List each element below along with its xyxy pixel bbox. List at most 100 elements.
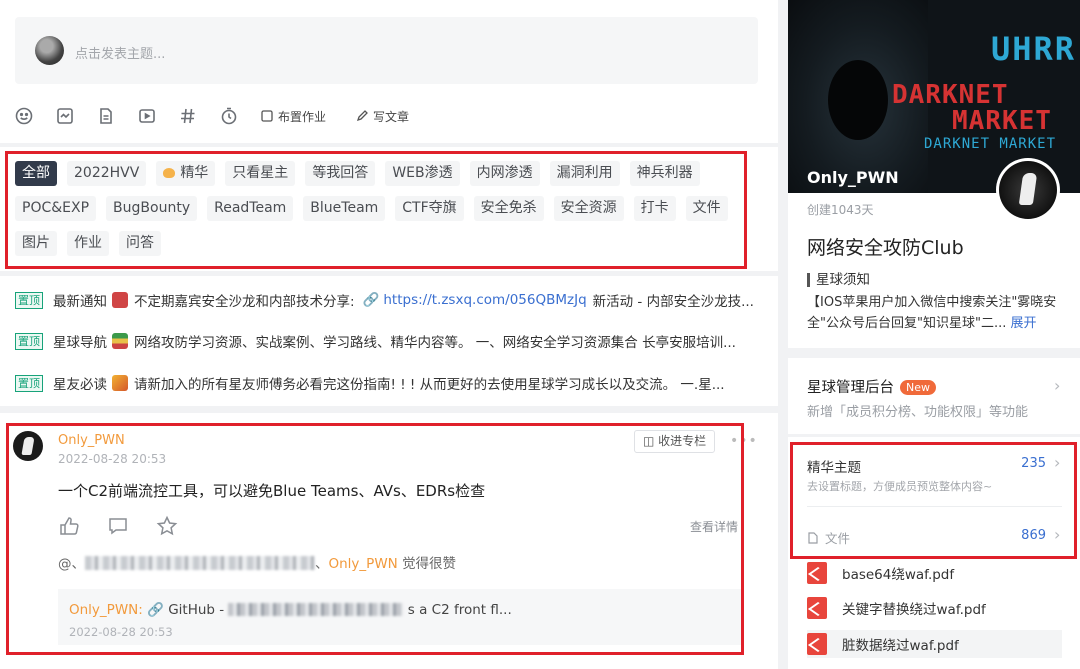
essence-icon xyxy=(163,168,176,178)
file-item[interactable]: base64绕waf.pdf xyxy=(807,559,1062,587)
admin-subtitle: 新增「成员积分榜、功能权限」等功能 xyxy=(807,405,1029,420)
hashtag-icon[interactable] xyxy=(179,107,197,125)
files-title[interactable]: 文件 xyxy=(807,528,850,547)
collect-to-column-button[interactable]: ◫ 收进专栏 xyxy=(634,430,716,453)
emoji-icon[interactable] xyxy=(15,107,33,125)
tag-poc-exp[interactable]: POC&EXP xyxy=(15,196,97,221)
new-badge: New xyxy=(900,380,936,395)
notice-body: 【IOS苹果用户加入微信中搜索关注"雾晓安全"公众号后台回复"知识星球"二...… xyxy=(807,292,1069,334)
homework-button[interactable]: 布置作业 xyxy=(261,108,326,125)
file-name: 脏数据绕过waf.pdf xyxy=(842,638,959,654)
folder-icon: ◫ xyxy=(643,434,659,448)
expand-link[interactable]: 展开 xyxy=(1010,316,1036,331)
pinned-text: 网络攻防学习资源、实战案例、学习路线、精华内容等。 一、网络安全学习资源集合 长… xyxy=(134,335,736,351)
blurred-names xyxy=(85,556,315,570)
admin-title: 星球管理后台 New xyxy=(807,376,936,397)
tag-awaiting-answer[interactable]: 等我回答 xyxy=(305,161,376,186)
document-icon[interactable] xyxy=(97,107,115,125)
essence-title[interactable]: 精华主题 xyxy=(807,456,861,476)
collect-label: 收进专栏 xyxy=(658,434,707,448)
tag-homework[interactable]: 作业 xyxy=(67,231,109,256)
more-options-icon[interactable]: ••• xyxy=(730,433,758,449)
file-item[interactable]: 脏数据绕过waf.pdf xyxy=(807,630,1062,658)
divider xyxy=(807,506,1062,507)
tag-intranet-pentest[interactable]: 内网渗透 xyxy=(469,161,540,186)
files-title-label: 文件 xyxy=(825,531,851,546)
comment-block[interactable]: Only_PWN: 🔗 GitHub - s a C2 front fl... … xyxy=(58,589,743,645)
essence-subtitle: 去设置标题，方便成员预览整体内容~ xyxy=(807,480,993,493)
homework-label: 布置作业 xyxy=(278,109,327,124)
tag-security-resources[interactable]: 安全资源 xyxy=(553,196,624,221)
star-icon[interactable] xyxy=(156,515,178,537)
likes-line: @、 、Only_PWN 觉得很赞 xyxy=(58,552,456,572)
gift-icon xyxy=(112,292,128,308)
pinned-item[interactable]: 置顶 星友必读 请新加入的所有星友师傅务必看完这份指南! ! ! 从而更好的去使… xyxy=(15,371,755,395)
image-icon[interactable] xyxy=(56,107,74,125)
tag-all[interactable]: 全部 xyxy=(15,161,57,186)
tag-images[interactable]: 图片 xyxy=(15,231,57,256)
file-name: 关键字替换绕过waf.pdf xyxy=(842,602,986,618)
likes-author[interactable]: Only_PWN xyxy=(329,556,398,572)
tag-exploit[interactable]: 漏洞利用 xyxy=(549,161,620,186)
post-card: Only_PWN 2022-08-28 20:53 ◫ 收进专栏 ••• 一个C… xyxy=(0,413,778,669)
group-name: 网络安全攻防Club xyxy=(807,237,964,259)
tag-qa[interactable]: 问答 xyxy=(119,231,161,256)
tag-bugbounty[interactable]: BugBounty xyxy=(106,196,198,221)
view-detail-link[interactable]: 查看详情 xyxy=(690,518,738,535)
pinned-item[interactable]: 置顶 星球导航 网络攻防学习资源、实战案例、学习路线、精华内容等。 一、网络安全… xyxy=(15,329,755,353)
pinned-item[interactable]: 置顶 最新通知 不定期嘉宾安全沙龙和内部技术分享: 🔗 https://t.zs… xyxy=(15,288,755,312)
cover-text: MARKET xyxy=(952,106,1052,136)
party-popper-icon xyxy=(112,375,128,391)
pinned-link[interactable]: https://t.zsxq.com/056QBMzJq xyxy=(383,292,586,308)
timer-icon[interactable] xyxy=(220,107,238,125)
post-timestamp: 2022-08-28 20:53 xyxy=(58,452,167,466)
comment-author[interactable]: Only_PWN: xyxy=(69,602,143,618)
group-owner-name[interactable]: Only_PWN xyxy=(807,168,899,187)
tag-list: 全部 2022HVV 精华 只看星主 等我回答 WEB渗透 内网渗透 漏洞利用 … xyxy=(15,161,745,266)
comment-icon[interactable] xyxy=(107,515,129,537)
pinned-title: 星球导航 xyxy=(53,335,107,351)
like-icon[interactable] xyxy=(58,515,80,537)
composer-card: 点击发表主题... 布置作业 写文章 xyxy=(0,0,778,143)
post-author-avatar[interactable] xyxy=(13,431,43,461)
tag-checkin[interactable]: 打卡 xyxy=(633,196,676,221)
tag-files[interactable]: 文件 xyxy=(685,196,728,221)
tag-readteam[interactable]: ReadTeam xyxy=(207,196,294,221)
chevron-right-icon[interactable]: › xyxy=(1054,525,1060,544)
composer-input[interactable]: 点击发表主题... xyxy=(15,17,758,84)
pdf-icon xyxy=(807,562,827,584)
tag-essence-label: 精华 xyxy=(180,165,209,181)
created-days: 创建1043天 xyxy=(807,203,874,217)
likes-suffix: 觉得很赞 xyxy=(402,556,457,572)
pdf-icon xyxy=(807,633,827,655)
likes-separator: 、 xyxy=(315,556,329,572)
write-article-button[interactable]: 写文章 xyxy=(356,108,409,125)
admin-panel-card[interactable]: 星球管理后台 New 新增「成员积分榜、功能权限」等功能 › xyxy=(788,358,1080,434)
tag-tools[interactable]: 神兵利器 xyxy=(629,161,700,186)
tag-owner-only[interactable]: 只看星主 xyxy=(225,161,296,186)
file-item[interactable]: 关键字替换绕过waf.pdf xyxy=(807,594,1062,622)
pinned-badge: 置顶 xyxy=(15,374,43,392)
pinned-rest: 新活动 - 内部安全沙龙技... xyxy=(592,294,754,310)
tag-ctf[interactable]: CTF夺旗 xyxy=(395,196,464,221)
tag-web-pentest[interactable]: WEB渗透 xyxy=(385,161,460,186)
composer-toolbar: 布置作业 写文章 xyxy=(15,104,439,128)
likes-prefix: @、 xyxy=(58,556,85,572)
post-content[interactable]: 一个C2前端流控工具，可以避免Blue Teams、AVs、EDRs检查 xyxy=(58,480,485,501)
pdf-icon xyxy=(807,597,827,619)
tag-2022hvv[interactable]: 2022HVV xyxy=(67,161,147,186)
notice-title: 星球须知 xyxy=(807,273,870,287)
tag-av-evasion[interactable]: 安全免杀 xyxy=(473,196,544,221)
pinned-title: 星友必读 xyxy=(53,377,107,393)
comment-link-label[interactable]: GitHub - xyxy=(168,602,224,618)
blurred-text xyxy=(228,603,404,616)
tag-blueteam[interactable]: BlueTeam xyxy=(303,196,386,221)
tag-essence[interactable]: 精华 xyxy=(156,161,216,186)
comment-text: Only_PWN: 🔗 GitHub - s a C2 front fl... xyxy=(69,602,512,618)
pinned-badge: 置顶 xyxy=(15,332,43,350)
chevron-right-icon[interactable]: › xyxy=(1054,453,1060,472)
post-author-name[interactable]: Only_PWN xyxy=(58,433,125,448)
comment-timestamp: 2022-08-28 20:53 xyxy=(69,625,173,639)
video-icon[interactable] xyxy=(138,107,156,125)
essence-count: 235 xyxy=(1021,456,1046,471)
